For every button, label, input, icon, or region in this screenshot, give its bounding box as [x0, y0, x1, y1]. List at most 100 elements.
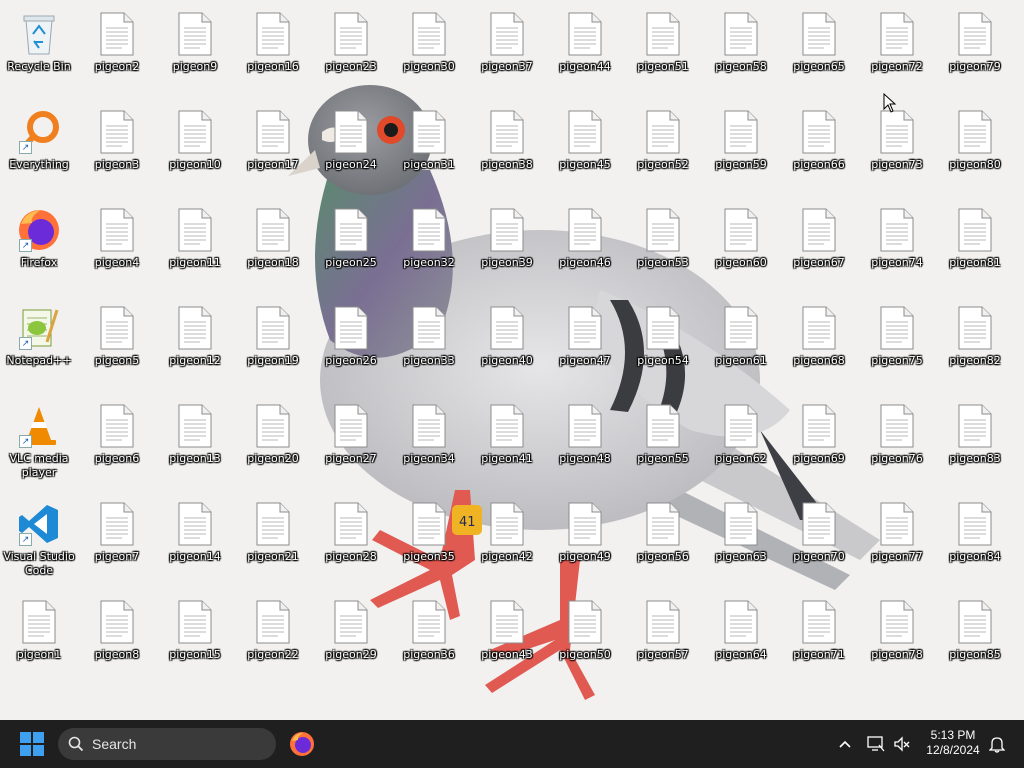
desktop-icon-pigeon52[interactable]: pigeon52 [624, 102, 702, 196]
desktop-icon-pigeon26[interactable]: pigeon26 [312, 298, 390, 392]
desktop-icon-pigeon27[interactable]: pigeon27 [312, 396, 390, 490]
desktop[interactable]: 41 Recycle Bin ↗ Everything ↗ Firefox ↗ Notepa… [0, 0, 1024, 720]
show-hidden-icons-button[interactable] [834, 730, 856, 758]
desktop-icon-pigeon10[interactable]: pigeon10 [156, 102, 234, 196]
desktop-icon-pigeon84[interactable]: pigeon84 [936, 494, 1014, 588]
desktop-icon-recycle-bin[interactable]: Recycle Bin [0, 4, 78, 98]
desktop-icon-pigeon29[interactable]: pigeon29 [312, 592, 390, 686]
desktop-icon-pigeon36[interactable]: pigeon36 [390, 592, 468, 686]
notifications-button[interactable] [986, 730, 1008, 758]
desktop-icon-pigeon73[interactable]: pigeon73 [858, 102, 936, 196]
desktop-icon-pigeon8[interactable]: pigeon8 [78, 592, 156, 686]
taskbar-search-box[interactable]: Search [58, 728, 276, 760]
desktop-icon-pigeon72[interactable]: pigeon72 [858, 4, 936, 98]
desktop-icon-pigeon42[interactable]: pigeon42 [468, 494, 546, 588]
desktop-icon-pigeon21[interactable]: pigeon21 [234, 494, 312, 588]
desktop-icon-everything[interactable]: ↗ Everything [0, 102, 78, 196]
desktop-icon-pigeon35[interactable]: pigeon35 [390, 494, 468, 588]
desktop-icon-pigeon37[interactable]: pigeon37 [468, 4, 546, 98]
desktop-icon-pigeon31[interactable]: pigeon31 [390, 102, 468, 196]
desktop-icon-pigeon63[interactable]: pigeon63 [702, 494, 780, 588]
desktop-icon-pigeon79[interactable]: pigeon79 [936, 4, 1014, 98]
desktop-icon-vscode[interactable]: ↗ Visual Studio Code [0, 494, 78, 588]
desktop-icon-pigeon22[interactable]: pigeon22 [234, 592, 312, 686]
desktop-icon-pigeon34[interactable]: pigeon34 [390, 396, 468, 490]
desktop-icon-pigeon59[interactable]: pigeon59 [702, 102, 780, 196]
desktop-icon-pigeon80[interactable]: pigeon80 [936, 102, 1014, 196]
taskbar-firefox-button[interactable] [286, 728, 318, 760]
desktop-icon-pigeon51[interactable]: pigeon51 [624, 4, 702, 98]
desktop-icon-vlc[interactable]: ↗ VLC media player [0, 396, 78, 490]
desktop-icon-pigeon20[interactable]: pigeon20 [234, 396, 312, 490]
desktop-icon-pigeon64[interactable]: pigeon64 [702, 592, 780, 686]
clock[interactable]: 5:13 PM 12/8/2024 [918, 728, 988, 758]
desktop-icon-pigeon69[interactable]: pigeon69 [780, 396, 858, 490]
desktop-icon-pigeon74[interactable]: pigeon74 [858, 200, 936, 294]
desktop-icon-pigeon54[interactable]: pigeon54 [624, 298, 702, 392]
desktop-icon-pigeon70[interactable]: pigeon70 [780, 494, 858, 588]
desktop-icon-pigeon57[interactable]: pigeon57 [624, 592, 702, 686]
desktop-icon-pigeon50[interactable]: pigeon50 [546, 592, 624, 686]
desktop-icon-pigeon30[interactable]: pigeon30 [390, 4, 468, 98]
desktop-icon-pigeon62[interactable]: pigeon62 [702, 396, 780, 490]
desktop-icon-pigeon9[interactable]: pigeon9 [156, 4, 234, 98]
desktop-icon-pigeon3[interactable]: pigeon3 [78, 102, 156, 196]
desktop-icon-pigeon24[interactable]: pigeon24 [312, 102, 390, 196]
desktop-icon-pigeon11[interactable]: pigeon11 [156, 200, 234, 294]
desktop-icon-pigeon48[interactable]: pigeon48 [546, 396, 624, 490]
desktop-icon-pigeon67[interactable]: pigeon67 [780, 200, 858, 294]
desktop-icon-pigeon40[interactable]: pigeon40 [468, 298, 546, 392]
desktop-icon-pigeon56[interactable]: pigeon56 [624, 494, 702, 588]
network-button[interactable] [864, 730, 888, 758]
desktop-icon-pigeon68[interactable]: pigeon68 [780, 298, 858, 392]
desktop-icon-pigeon6[interactable]: pigeon6 [78, 396, 156, 490]
desktop-icon-pigeon82[interactable]: pigeon82 [936, 298, 1014, 392]
desktop-icon-pigeon4[interactable]: pigeon4 [78, 200, 156, 294]
desktop-icon-pigeon66[interactable]: pigeon66 [780, 102, 858, 196]
desktop-icon-pigeon19[interactable]: pigeon19 [234, 298, 312, 392]
desktop-icon-pigeon53[interactable]: pigeon53 [624, 200, 702, 294]
desktop-icon-notepadpp[interactable]: ↗ Notepad++ [0, 298, 78, 392]
desktop-icon-pigeon25[interactable]: pigeon25 [312, 200, 390, 294]
desktop-icon-pigeon23[interactable]: pigeon23 [312, 4, 390, 98]
desktop-icon-pigeon78[interactable]: pigeon78 [858, 592, 936, 686]
desktop-icon-pigeon55[interactable]: pigeon55 [624, 396, 702, 490]
desktop-icon-pigeon81[interactable]: pigeon81 [936, 200, 1014, 294]
desktop-icon-pigeon44[interactable]: pigeon44 [546, 4, 624, 98]
desktop-icon-pigeon7[interactable]: pigeon7 [78, 494, 156, 588]
desktop-icon-pigeon39[interactable]: pigeon39 [468, 200, 546, 294]
desktop-icon-pigeon75[interactable]: pigeon75 [858, 298, 936, 392]
desktop-icon-pigeon76[interactable]: pigeon76 [858, 396, 936, 490]
desktop-icon-pigeon32[interactable]: pigeon32 [390, 200, 468, 294]
desktop-icon-pigeon85[interactable]: pigeon85 [936, 592, 1014, 686]
desktop-icon-pigeon5[interactable]: pigeon5 [78, 298, 156, 392]
desktop-icon-pigeon1[interactable]: pigeon1 [0, 592, 78, 686]
desktop-icon-pigeon18[interactable]: pigeon18 [234, 200, 312, 294]
desktop-icon-pigeon28[interactable]: pigeon28 [312, 494, 390, 588]
desktop-icon-pigeon83[interactable]: pigeon83 [936, 396, 1014, 490]
desktop-icon-pigeon61[interactable]: pigeon61 [702, 298, 780, 392]
desktop-icon-pigeon65[interactable]: pigeon65 [780, 4, 858, 98]
desktop-icon-pigeon13[interactable]: pigeon13 [156, 396, 234, 490]
desktop-icon-pigeon33[interactable]: pigeon33 [390, 298, 468, 392]
desktop-icon-firefox[interactable]: ↗ Firefox [0, 200, 78, 294]
desktop-icon-pigeon58[interactable]: pigeon58 [702, 4, 780, 98]
desktop-icon-pigeon2[interactable]: pigeon2 [78, 4, 156, 98]
desktop-icon-pigeon71[interactable]: pigeon71 [780, 592, 858, 686]
desktop-icon-pigeon45[interactable]: pigeon45 [546, 102, 624, 196]
desktop-icon-pigeon16[interactable]: pigeon16 [234, 4, 312, 98]
desktop-icon-pigeon15[interactable]: pigeon15 [156, 592, 234, 686]
desktop-icon-pigeon17[interactable]: pigeon17 [234, 102, 312, 196]
desktop-icon-pigeon12[interactable]: pigeon12 [156, 298, 234, 392]
desktop-icon-pigeon47[interactable]: pigeon47 [546, 298, 624, 392]
desktop-icon-pigeon43[interactable]: pigeon43 [468, 592, 546, 686]
desktop-icon-pigeon60[interactable]: pigeon60 [702, 200, 780, 294]
start-button[interactable] [14, 729, 50, 759]
volume-button[interactable] [890, 730, 914, 758]
desktop-icon-pigeon49[interactable]: pigeon49 [546, 494, 624, 588]
desktop-icon-pigeon41[interactable]: pigeon41 [468, 396, 546, 490]
desktop-icon-pigeon38[interactable]: pigeon38 [468, 102, 546, 196]
desktop-icon-pigeon77[interactable]: pigeon77 [858, 494, 936, 588]
desktop-icon-pigeon46[interactable]: pigeon46 [546, 200, 624, 294]
desktop-icon-pigeon14[interactable]: pigeon14 [156, 494, 234, 588]
